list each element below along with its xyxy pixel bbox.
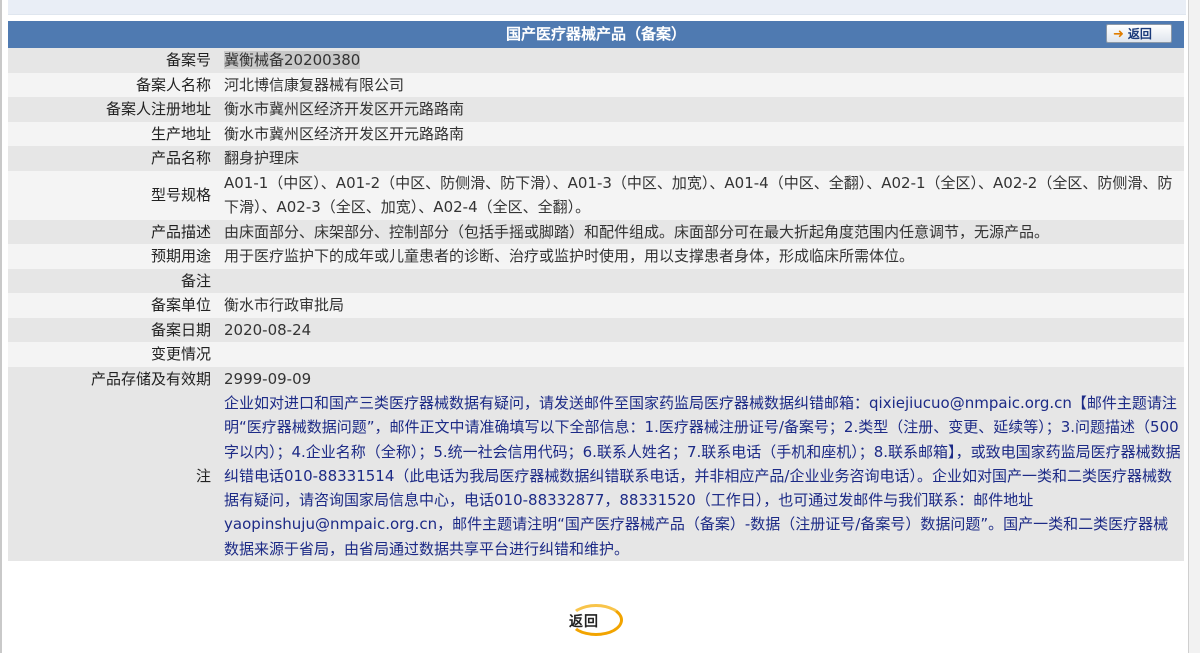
detail-table: 备案号 冀衡械备20200380 备案人名称 河北博信康复器械有限公司 备案人注… <box>8 48 1184 562</box>
table-row: 变更情况 <box>8 342 1184 367</box>
page-header: 国产医疗器械产品（备案） ➜ 返回 <box>8 21 1184 48</box>
field-label: 预期用途 <box>8 244 220 269</box>
table-row: 备案号 冀衡械备20200380 <box>8 48 1184 73</box>
table-row: 备注 <box>8 268 1184 293</box>
field-label: 备案人名称 <box>8 72 220 97</box>
top-strip <box>8 0 1186 15</box>
arrow-right-icon: ➜ <box>1113 27 1124 42</box>
back-button-bottom[interactable]: 返回 <box>569 604 627 638</box>
field-label: 备注 <box>8 268 220 293</box>
field-value: 用于医疗监护下的成年或儿童患者的诊断、治疗或监护时使用，用以支撑患者身体，形成临… <box>220 244 1184 269</box>
detail-panel: 国产医疗器械产品（备案） ➜ 返回 备案号 冀衡械备20200380 备案人名称 … <box>8 21 1184 562</box>
field-value <box>220 268 1184 293</box>
table-row: 备案人名称 河北博信康复器械有限公司 <box>8 72 1184 97</box>
field-value: A01-1（中区）、A01-2（中区、防侧滑、防下滑）、A01-3（中区、加宽）… <box>220 170 1184 220</box>
field-value: 2999-09-09 <box>220 366 1184 391</box>
table-row: 备案人注册地址 衡水市冀州区经济开发区开元路路南 <box>8 97 1184 122</box>
field-value <box>220 342 1184 367</box>
record-number: 冀衡械备20200380 <box>224 51 361 69</box>
field-value: 2020-08-24 <box>220 317 1184 342</box>
table-row: 产品描述 由床面部分、床架部分、控制部分（包括手摇或脚踏）和配件组成。床面部分可… <box>8 219 1184 244</box>
field-label: 备案人注册地址 <box>8 97 220 122</box>
field-value: 冀衡械备20200380 <box>220 48 1184 73</box>
field-label: 产品名称 <box>8 146 220 171</box>
scrollbar[interactable] <box>1189 0 1200 653</box>
table-row: 型号规格 A01-1（中区）、A01-2（中区、防侧滑、防下滑）、A01-3（中… <box>8 170 1184 220</box>
field-label: 生产地址 <box>8 121 220 146</box>
note-text: 企业如对进口和国产三类医疗器械数据有疑问，请发送邮件至国家药监局医疗器械数据纠错… <box>220 391 1184 562</box>
field-label: 备案号 <box>8 48 220 73</box>
table-row: 备案日期 2020-08-24 <box>8 317 1184 342</box>
back-button-top[interactable]: ➜ 返回 <box>1106 24 1172 43</box>
table-row: 产品名称 翻身护理床 <box>8 146 1184 171</box>
field-label: 产品描述 <box>8 219 220 244</box>
field-value: 由床面部分、床架部分、控制部分（包括手摇或脚踏）和配件组成。床面部分可在最大折起… <box>220 219 1184 244</box>
table-row: 预期用途 用于医疗监护下的成年或儿童患者的诊断、治疗或监护时使用，用以支撑患者身… <box>8 244 1184 269</box>
page-title: 国产医疗器械产品（备案） <box>505 25 686 43</box>
note-row: 注 企业如对进口和国产三类医疗器械数据有疑问，请发送邮件至国家药监局医疗器械数据… <box>8 391 1184 562</box>
field-label: 备案单位 <box>8 293 220 318</box>
field-label: 备案日期 <box>8 317 220 342</box>
field-label: 型号规格 <box>8 170 220 220</box>
field-label: 产品存储及有效期 <box>8 366 220 391</box>
field-value: 衡水市行政审批局 <box>220 293 1184 318</box>
table-row: 产品存储及有效期 2999-09-09 <box>8 366 1184 391</box>
field-label: 变更情况 <box>8 342 220 367</box>
note-label: 注 <box>8 391 220 562</box>
field-value: 衡水市冀州区经济开发区开元路路南 <box>220 121 1184 146</box>
back-button-top-label: 返回 <box>1127 27 1152 41</box>
back-button-bottom-label: 返回 <box>569 614 599 630</box>
field-value: 翻身护理床 <box>220 146 1184 171</box>
field-value: 衡水市冀州区经济开发区开元路路南 <box>220 97 1184 122</box>
field-value: 河北博信康复器械有限公司 <box>220 72 1184 97</box>
table-row: 备案单位 衡水市行政审批局 <box>8 293 1184 318</box>
table-row: 生产地址 衡水市冀州区经济开发区开元路路南 <box>8 121 1184 146</box>
window-left-border <box>0 0 2 653</box>
